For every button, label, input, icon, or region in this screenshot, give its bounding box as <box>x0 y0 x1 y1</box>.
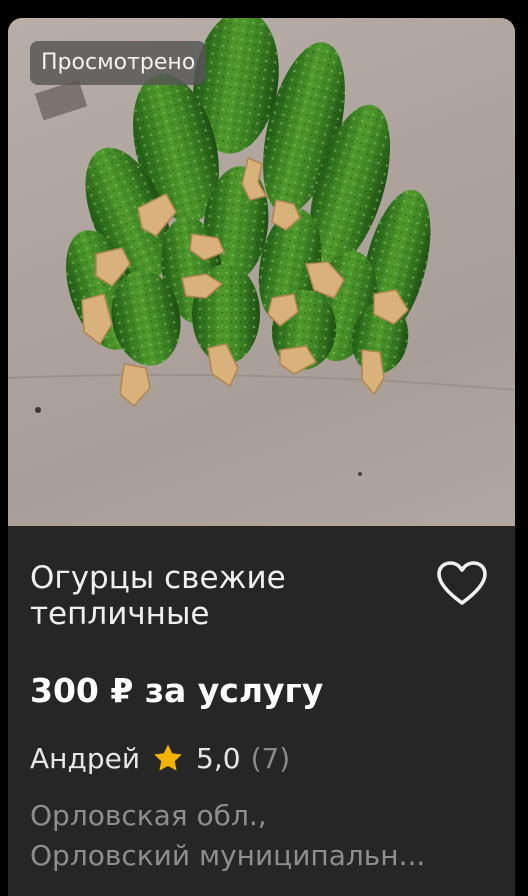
listing-price: 300 ₽ за услугу <box>30 671 324 710</box>
location-line-2: Орловский муниципальн... <box>30 839 426 872</box>
listing-photo[interactable]: Просмотрено <box>8 18 515 526</box>
seller-rating: 5,0 <box>196 741 241 775</box>
seller-name: Андрей <box>30 741 141 775</box>
seller-info[interactable]: Андрей 5,0 (7) <box>30 739 290 777</box>
listing-location: Орловская обл., Орловский муниципальн... <box>30 796 500 876</box>
location-line-1: Орловская обл., <box>30 799 267 832</box>
star-icon <box>154 744 182 771</box>
cucumbers-image <box>8 18 515 476</box>
favorite-button[interactable] <box>434 559 490 609</box>
listing-title[interactable]: Огурцы свежие тепличные <box>30 560 420 632</box>
review-count: (7) <box>250 741 291 775</box>
listing-card[interactable]: Просмотрено Огурцы свежие тепличные 300 … <box>8 18 515 896</box>
listing-info: Огурцы свежие тепличные 300 ₽ за услугу … <box>8 526 515 896</box>
heart-outline-icon <box>437 561 487 605</box>
viewed-badge: Просмотрено <box>30 41 207 85</box>
